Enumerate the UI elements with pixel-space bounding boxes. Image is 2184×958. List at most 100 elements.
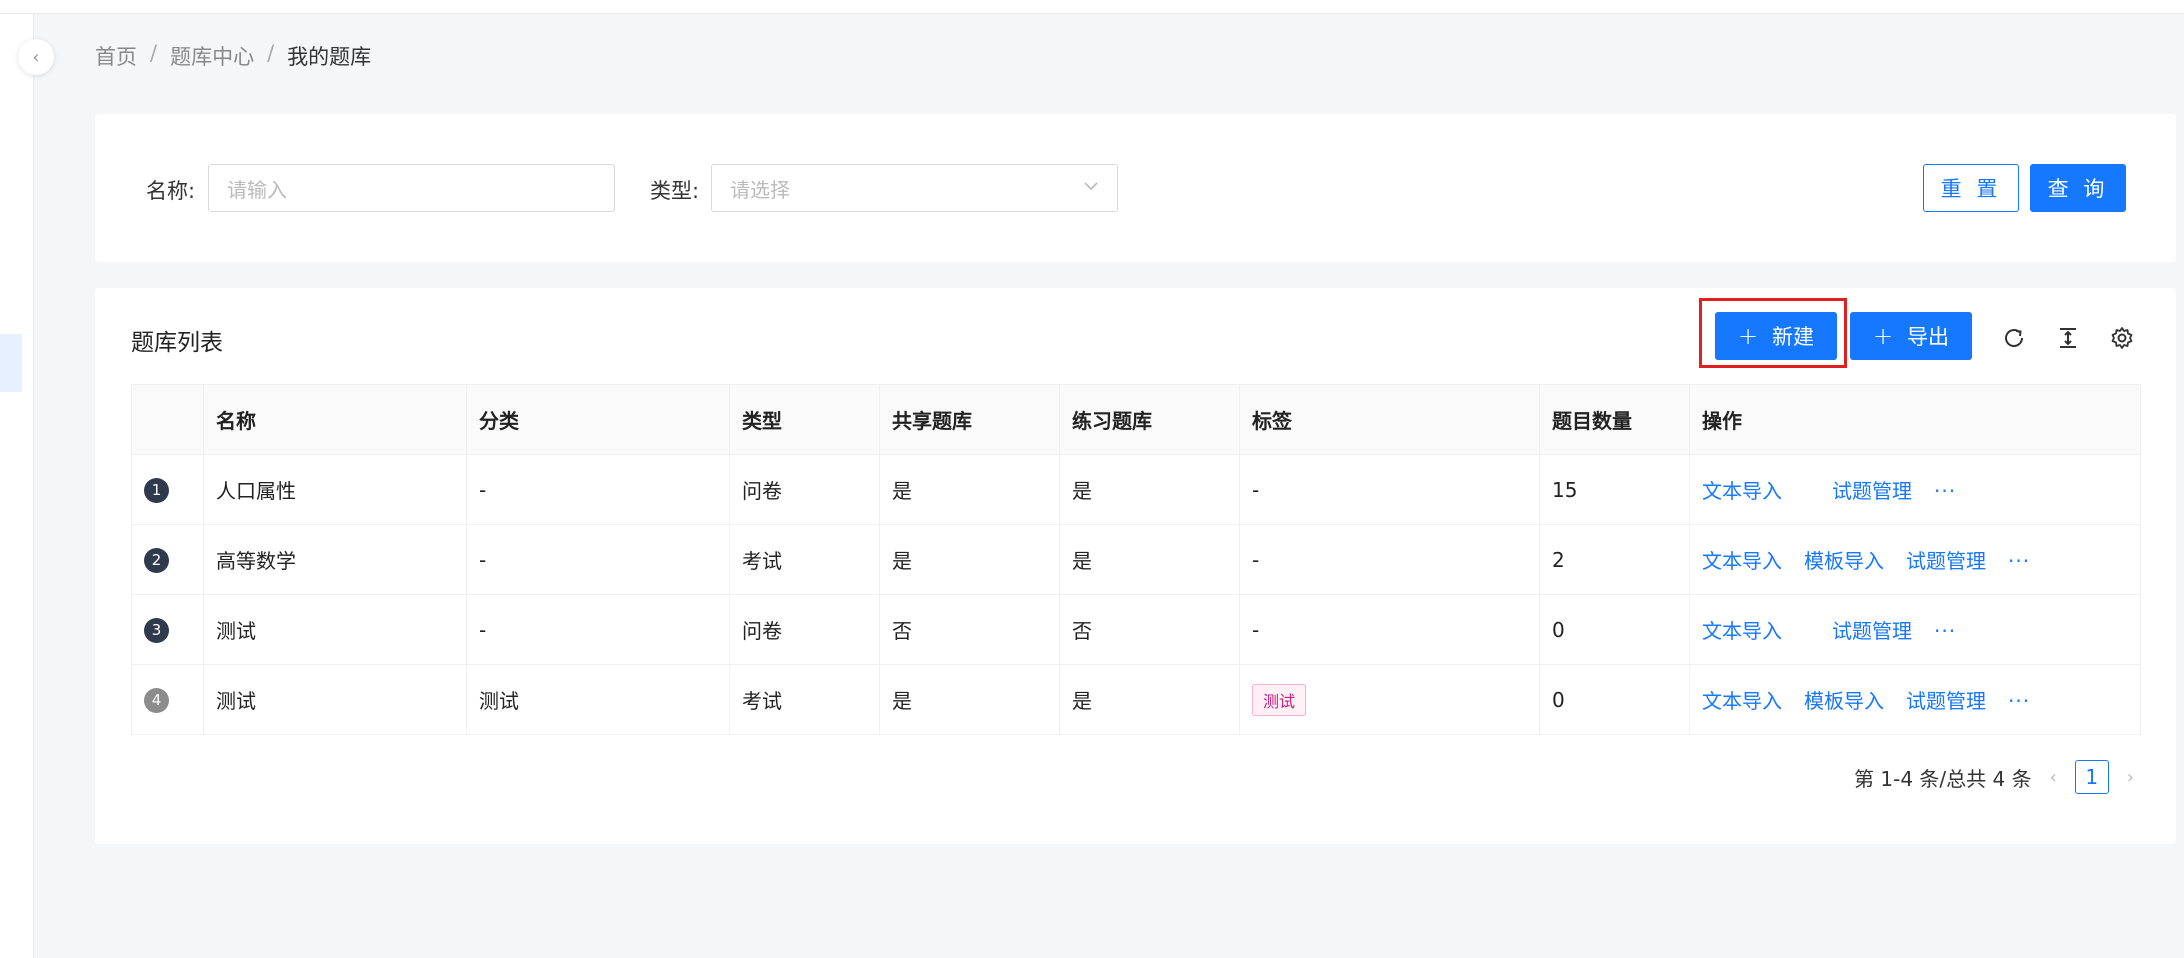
type-select-placeholder: 请选择 [730,177,790,202]
cell-practice: 是 [1059,664,1240,735]
cell-actions: 文本导入 模板导入 试题管理 ··· [1689,664,2141,735]
cell-tag: - [1239,454,1540,525]
cell-tag: - [1239,524,1540,595]
question-manage-link[interactable]: 试题管理 [1832,479,1912,503]
cell-actions: 文本导入 模板导入 试题管理 ··· [1689,524,2141,595]
cell-tag: 测试 [1239,664,1540,735]
breadcrumb-home[interactable]: 首页 [95,41,137,71]
table-row: 3 测试 - 问卷 否 否 - 0 文本导入 试题管理 ··· [131,594,2141,665]
column-height-icon[interactable] [2053,323,2083,353]
column-header-type: 类型 [729,384,880,455]
new-button[interactable]: + 新建 [1715,312,1837,360]
table-row: 4 测试 测试 考试 是 是 测试 0 文本导入 模板导入 试题管理 ··· [131,664,2141,735]
name-input[interactable]: 请输入 [208,164,615,212]
new-button-label: 新建 [1772,325,1815,349]
row-index-badge: 4 [144,687,169,713]
search-panel: 名称: 请输入 类型: 请选择 重 置 查 询 [95,114,2176,262]
cell-count: 15 [1539,454,1690,525]
text-import-link[interactable]: 文本导入 [1702,619,1782,643]
breadcrumb: 首页 / 题库中心 / 我的题库 [95,41,371,71]
cell-category: - [466,454,730,525]
question-manage-link[interactable]: 试题管理 [1906,689,1986,713]
cell-actions: 文本导入 试题管理 ··· [1689,594,2141,665]
breadcrumb-separator: / [267,41,275,65]
row-index-badge: 3 [144,617,169,643]
query-button[interactable]: 查 询 [2030,164,2126,212]
cell-name: 测试 [203,664,467,735]
cell-shared: 是 [879,524,1060,595]
cell-name: 人口属性 [203,454,467,525]
question-manage-link[interactable]: 试题管理 [1906,549,1986,573]
breadcrumb-current: 我的题库 [287,45,372,69]
sidebar-active-item[interactable] [0,334,22,392]
breadcrumb-question-bank-center[interactable]: 题库中心 [170,41,254,71]
cell-category: - [466,594,730,665]
name-input-placeholder: 请输入 [227,177,287,202]
list-title: 题库列表 [131,330,223,356]
plus-icon: + [1872,322,1894,350]
column-header-count: 题目数量 [1539,384,1690,455]
type-select[interactable]: 请选择 [711,164,1118,212]
question-bank-table: 名称 分类 类型 共享题库 练习题库 标签 题目数量 操作 1 人口属性 - 问… [131,384,2141,735]
text-import-link[interactable]: 文本导入 [1702,549,1782,573]
more-actions-icon[interactable]: ··· [1934,479,1956,503]
chevron-down-icon [1083,178,1099,198]
column-header-category: 分类 [466,384,730,455]
row-index-badge: 2 [144,547,169,573]
name-label: 名称: [146,179,196,203]
column-header-shared: 共享题库 [879,384,1060,455]
page-number-current[interactable]: 1 [2074,760,2109,794]
question-manage-link[interactable]: 试题管理 [1832,619,1912,643]
settings-icon[interactable] [2107,323,2137,353]
text-import-link[interactable]: 文本导入 [1702,479,1782,503]
collapse-sidebar-button[interactable]: ‹ [18,39,54,75]
table-row: 2 高等数学 - 考试 是 是 - 2 文本导入 模板导入 试题管理 ··· [131,524,2141,595]
prev-page-icon[interactable]: ‹ [2050,767,2057,788]
export-button[interactable]: + 导出 [1850,312,1972,360]
cell-count: 2 [1539,524,1690,595]
cell-tag: - [1239,594,1540,665]
row-index-badge: 1 [144,477,169,503]
more-actions-icon[interactable]: ··· [2008,689,2030,713]
pagination-total: 第 1-4 条/总共 4 条 [1854,766,2032,791]
cell-shared: 是 [879,454,1060,525]
column-header-index [131,384,204,455]
export-button-label: 导出 [1907,325,1950,349]
cell-practice: 是 [1059,454,1240,525]
template-import-link[interactable]: 模板导入 [1804,549,1884,573]
text-import-link[interactable]: 文本导入 [1702,689,1782,713]
table-row: 1 人口属性 - 问卷 是 是 - 15 文本导入 试题管理 ··· [131,454,2141,525]
chevron-left-icon: ‹ [32,46,40,68]
table-header-row: 名称 分类 类型 共享题库 练习题库 标签 题目数量 操作 [131,384,2141,455]
more-actions-icon[interactable]: ··· [1934,619,1956,643]
column-header-actions: 操作 [1689,384,2141,455]
cell-type: 问卷 [729,594,880,665]
cell-count: 0 [1539,594,1690,665]
cell-practice: 是 [1059,524,1240,595]
template-import-link[interactable]: 模板导入 [1804,689,1884,713]
cell-type: 考试 [729,664,880,735]
column-header-practice: 练习题库 [1059,384,1240,455]
tag-badge: 测试 [1252,683,1307,716]
cell-shared: 否 [879,594,1060,665]
sidebar [0,14,34,958]
cell-practice: 否 [1059,594,1240,665]
column-header-tag: 标签 [1239,384,1540,455]
cell-category: 测试 [466,664,730,735]
question-bank-list-panel: 题库列表 + 新建 + 导出 名称 分类 类型 共享题库 练习题库 标签 题目数… [95,288,2176,844]
cell-count: 0 [1539,664,1690,735]
cell-name: 测试 [203,594,467,665]
plus-icon: + [1737,322,1759,350]
cell-shared: 是 [879,664,1060,735]
pagination: 第 1-4 条/总共 4 条 ‹ 1 › [1854,760,2134,794]
cell-category: - [466,524,730,595]
top-bar [0,0,2184,14]
next-page-icon[interactable]: › [2127,767,2134,788]
type-label: 类型: [650,179,700,203]
reset-button[interactable]: 重 置 [1923,164,2019,212]
more-actions-icon[interactable]: ··· [2008,549,2030,573]
cell-type: 问卷 [729,454,880,525]
cell-actions: 文本导入 试题管理 ··· [1689,454,2141,525]
breadcrumb-separator: / [150,41,158,65]
refresh-icon[interactable] [1999,323,2029,353]
